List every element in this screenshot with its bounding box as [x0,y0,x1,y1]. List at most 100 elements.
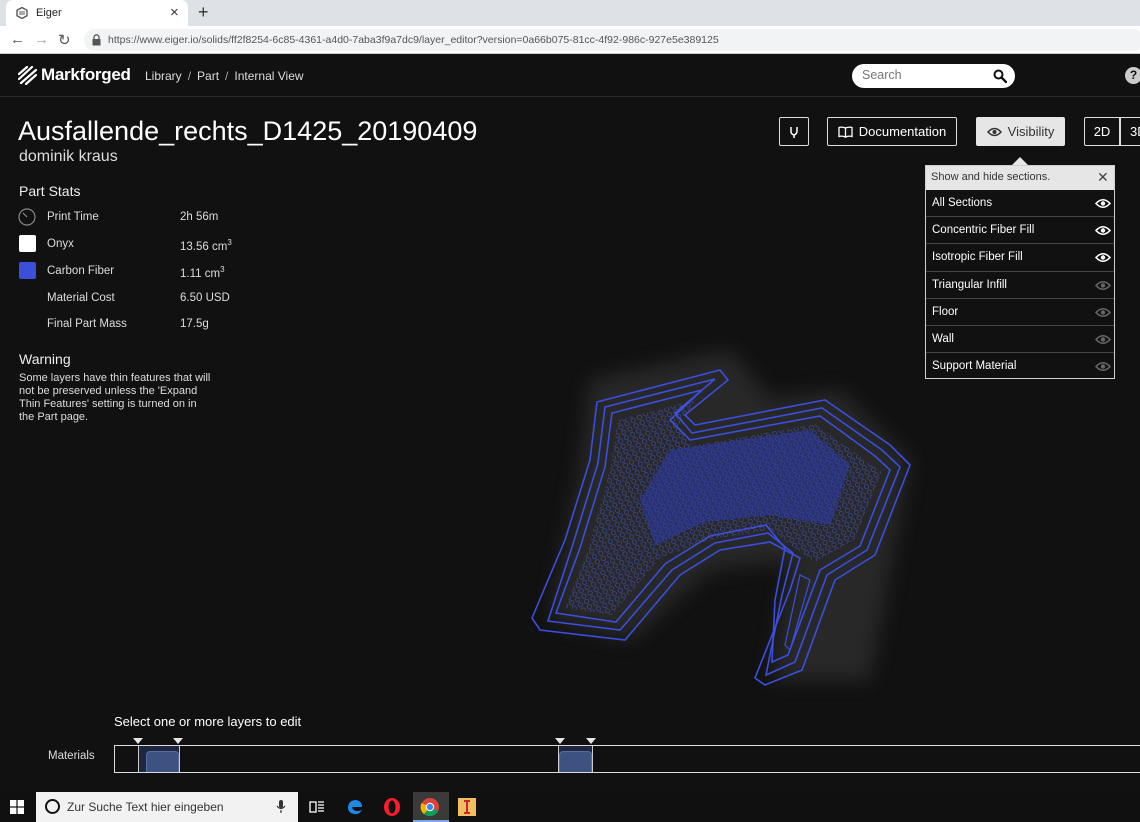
tab-title: Eiger [36,7,62,19]
breadcrumb-part[interactable]: Part [197,69,219,83]
layer-timeline[interactable] [114,745,1140,773]
breadcrumb-separator: / [225,69,229,83]
visibility-row[interactable]: Concentric Fiber Fill [926,217,1114,245]
eye-icon[interactable] [1095,225,1111,236]
unit-exponent: 3 [220,265,225,274]
tab-close-icon[interactable]: × [170,4,179,21]
cortana-icon [45,799,60,814]
materials-label: Materials [48,750,95,762]
carbon-volume: 1.11 cm [180,267,221,280]
view-2d-button[interactable]: 2D [1084,117,1120,146]
task-view-icon[interactable] [305,795,329,819]
microphone-icon[interactable] [276,800,286,814]
popover-hint: Show and hide sections. [931,171,1051,183]
onyx-swatch [19,235,36,252]
visibility-row-label: Concentric Fiber Fill [932,224,1035,237]
visibility-row[interactable]: Isotropic Fiber Fill [926,244,1114,272]
breadcrumb: Library / Part / Internal View [145,69,304,83]
url-text: https://www.eiger.io/solids/ff2f8254-6c8… [108,34,719,46]
visibility-button[interactable]: Visibility [976,117,1065,146]
unit-exponent: 3 [227,238,232,247]
eye-icon[interactable] [1095,198,1111,209]
fiber-layer-chip[interactable] [559,751,592,772]
layer-handle[interactable] [133,738,143,744]
stat-value: 13.56 cm3 [180,238,232,253]
layer-handle[interactable] [586,738,596,744]
stat-value: 17.5g [180,318,209,330]
visibility-row[interactable]: Triangular Infill [926,272,1114,299]
stat-label: Final Part Mass [47,318,127,330]
back-arrow-icon[interactable]: ← [10,31,25,48]
stat-value: 2h 56m [180,211,219,223]
new-tab-button[interactable]: + [198,2,209,23]
taskbar-search-placeholder: Zur Suche Text hier eingeben [67,800,224,814]
stat-carbon-fiber: Carbon Fiber 1.11 cm3 [18,261,278,281]
breadcrumb-separator: / [187,69,192,83]
layer-handle[interactable] [173,738,183,744]
book-icon [838,125,853,138]
page-title: Ausfallende_rechts_D1425_20190409 [18,116,478,146]
carbon-fiber-swatch [19,262,36,279]
lock-icon [92,34,101,46]
layer-editor-title: Select one or more layers to edit [114,714,302,729]
windows-taskbar: Zur Suche Text hier eingeben [0,792,1140,822]
visibility-row-label: All Sections [932,197,993,209]
browser-toolbar: ← → ↻ https://www.eiger.io/solids/ff2f82… [0,26,1140,54]
branch-button[interactable] [779,117,809,146]
stat-value: 6.50 USD [180,292,230,304]
onyx-volume: 13.56 cm [180,240,228,253]
stat-value: 1.11 cm3 [180,265,225,280]
windows-start-icon[interactable] [10,800,24,814]
stat-print-time: Print Time 2h 56m [18,207,278,227]
layer-handle[interactable] [555,738,565,744]
eye-hidden-icon[interactable] [1095,361,1111,372]
search-input[interactable] [862,68,987,82]
visibility-row[interactable]: All Sections [926,190,1114,218]
address-bar[interactable]: https://www.eiger.io/solids/ff2f8254-6c8… [84,29,1140,51]
stat-label: Carbon Fiber [47,265,115,277]
part-owner: dominik kraus [19,148,118,165]
markforged-logo[interactable]: Markforged [18,64,131,86]
warning-title: Warning [19,351,71,367]
search-box [852,64,1015,88]
eye-icon[interactable] [1095,252,1111,263]
view-3d-button[interactable]: 3D [1120,117,1140,146]
brand-name: Markforged [41,65,131,84]
app-header: Markforged Library / Part / Internal Vie… [0,54,1140,97]
eye-hidden-icon[interactable] [1095,334,1111,345]
app-icon[interactable] [455,795,479,819]
opera-icon[interactable] [380,795,404,819]
browser-tabstrip: Eiger × + [0,0,1140,26]
visibility-row-label: Triangular Infill [932,278,1007,291]
popover-header: Show and hide sections. ✕ [926,166,1114,190]
help-icon[interactable]: ? [1125,67,1140,84]
eye-hidden-icon[interactable] [1095,307,1111,318]
fiber-layer-chip[interactable] [146,751,179,772]
documentation-label: Documentation [858,124,947,139]
eye-hidden-icon[interactable] [1095,280,1111,291]
breadcrumb-library[interactable]: Library [145,69,182,83]
clock-icon [18,208,36,226]
edge-icon[interactable] [343,795,367,819]
part-stats-title: Part Stats [19,183,81,199]
search-icon[interactable] [993,69,1007,83]
warning-text: Some layers have thin features that will… [19,372,211,423]
stat-material-cost: Material Cost 6.50 USD [18,288,278,308]
breadcrumb-internal-view: Internal View [234,69,304,83]
stat-label: Print Time [47,211,99,223]
stat-final-mass: Final Part Mass 17.5g [18,314,278,334]
visibility-label: Visibility [1007,124,1055,139]
eiger-favicon-icon [16,7,28,19]
taskbar-search[interactable]: Zur Suche Text hier eingeben [36,792,298,822]
forward-arrow-icon[interactable]: → [34,31,49,48]
chrome-icon[interactable] [418,795,442,819]
stat-label: Onyx [47,238,74,250]
reload-icon[interactable]: ↻ [58,31,71,49]
browser-tab[interactable]: Eiger × [6,0,188,26]
close-icon[interactable]: ✕ [1097,169,1109,186]
documentation-button[interactable]: Documentation [827,117,957,146]
markforged-logo-icon [18,65,37,85]
part-3d-viewer[interactable] [470,300,970,720]
visibility-row-label: Isotropic Fiber Fill [932,251,1023,264]
stat-onyx: Onyx 13.56 cm3 [18,234,278,254]
